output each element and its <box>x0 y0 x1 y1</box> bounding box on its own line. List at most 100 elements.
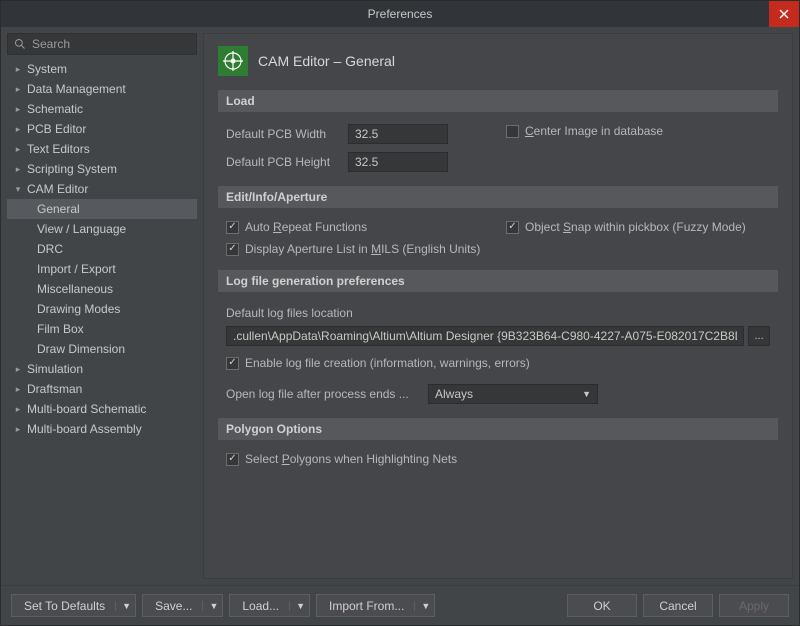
set-defaults-button[interactable]: Set To Defaults▼ <box>11 594 136 617</box>
tree-item-view-language[interactable]: View / Language <box>7 219 197 239</box>
tree-item-cam-editor[interactable]: ▾ CAM Editor <box>7 179 197 199</box>
tree-item-label: Text Editors <box>27 142 90 156</box>
section-log: Log file generation preferences <box>218 270 778 292</box>
input-pcb-height[interactable] <box>348 152 448 172</box>
label-open-log: Open log file after process ends ... <box>226 387 416 401</box>
tree-item-drc[interactable]: DRC <box>7 239 197 259</box>
chevron-down-icon: ▼ <box>414 601 430 611</box>
tree-item-label: Draftsman <box>27 382 82 396</box>
page-header: CAM Editor – General <box>218 46 778 76</box>
label-center-image: Center Image in database <box>525 124 663 138</box>
input-pcb-width[interactable] <box>348 124 448 144</box>
tree-item-general[interactable]: General <box>7 199 197 219</box>
tree-arrow-icon: ▸ <box>13 124 23 135</box>
import-button[interactable]: Import From...▼ <box>316 594 435 617</box>
tree-item-label: Miscellaneous <box>37 282 113 296</box>
preferences-window: Preferences ▸ System ▸ Data Management ▸ Sche… <box>0 0 800 626</box>
cancel-button[interactable]: Cancel <box>643 594 713 617</box>
tree-arrow-icon: ▸ <box>13 84 23 95</box>
chevron-down-icon: ▼ <box>202 601 218 611</box>
tree-item-label: Scripting System <box>27 162 117 176</box>
tree-arrow-icon: ▸ <box>13 364 23 375</box>
section-edit: Edit/Info/Aperture <box>218 186 778 208</box>
search-box[interactable] <box>7 33 197 55</box>
tree-arrow-icon: ▾ <box>13 184 23 195</box>
tree-item-multi-board-schematic[interactable]: ▸ Multi-board Schematic <box>7 399 197 419</box>
checkbox-object-snap[interactable] <box>506 221 519 234</box>
tree-item-label: Multi-board Schematic <box>27 402 146 416</box>
input-log-location[interactable] <box>226 326 744 346</box>
tree-item-label: Data Management <box>27 82 126 96</box>
tree-item-data-management[interactable]: ▸ Data Management <box>7 79 197 99</box>
tree-item-text-editors[interactable]: ▸ Text Editors <box>7 139 197 159</box>
tree-item-draftsman[interactable]: ▸ Draftsman <box>7 379 197 399</box>
save-button[interactable]: Save...▼ <box>142 594 223 617</box>
close-button[interactable] <box>769 1 799 27</box>
tree-arrow-icon: ▸ <box>13 144 23 155</box>
tree-arrow-icon: ▸ <box>13 164 23 175</box>
close-icon <box>779 9 789 19</box>
body: ▸ System ▸ Data Management ▸ Schematic ▸PCB Ed… <box>1 27 799 585</box>
tree-arrow-icon: ▸ <box>13 384 23 395</box>
browse-button[interactable]: ... <box>748 326 770 346</box>
tree-item-label: Simulation <box>27 362 83 376</box>
tree-item-label: Film Box <box>37 322 84 336</box>
tree-item-label: Import / Export <box>37 262 116 276</box>
tree-item-label: CAM Editor <box>27 182 88 196</box>
tree-item-label: General <box>37 202 80 216</box>
tree-item-simulation[interactable]: ▸ Simulation <box>7 359 197 379</box>
tree-arrow-icon: ▸ <box>13 64 23 75</box>
label-pcb-width: Default PCB Width <box>226 127 336 141</box>
tree-item-label: View / Language <box>37 222 126 236</box>
label-object-snap: Object Snap within pickbox (Fuzzy Mode) <box>525 220 746 234</box>
tree-item-label: Schematic <box>27 102 83 116</box>
checkbox-mils[interactable] <box>226 243 239 256</box>
titlebar: Preferences <box>1 1 799 27</box>
checkbox-enable-log[interactable] <box>226 357 239 370</box>
checkbox-auto-repeat[interactable] <box>226 221 239 234</box>
label-auto-repeat: Auto Repeat Functions <box>245 220 367 234</box>
select-open-log-value: Always <box>435 387 473 401</box>
tree-item-import-export[interactable]: Import / Export <box>7 259 197 279</box>
tree-item-draw-dimension[interactable]: Draw Dimension <box>7 339 197 359</box>
tree-item-label: System <box>27 62 67 76</box>
tree-item-label: Multi-board Assembly <box>27 422 142 436</box>
window-title: Preferences <box>368 7 433 21</box>
chevron-down-icon: ▼ <box>115 601 131 611</box>
tree-item-scripting-system[interactable]: ▸ Scripting System <box>7 159 197 179</box>
label-log-location: Default log files location <box>218 300 778 324</box>
tree-arrow-icon: ▸ <box>13 404 23 415</box>
sidebar: ▸ System ▸ Data Management ▸ Schematic ▸PCB Ed… <box>7 33 197 579</box>
nav-tree: ▸ System ▸ Data Management ▸ Schematic ▸PCB Ed… <box>7 59 197 579</box>
load-button[interactable]: Load...▼ <box>229 594 310 617</box>
tree-item-schematic[interactable]: ▸ Schematic <box>7 99 197 119</box>
tree-item-film-box[interactable]: Film Box <box>7 319 197 339</box>
tree-item-pcb-editor[interactable]: ▸PCB Editor <box>7 119 197 139</box>
label-mils: Display Aperture List in MILS (English U… <box>245 242 480 256</box>
tree-item-miscellaneous[interactable]: Miscellaneous <box>7 279 197 299</box>
tree-item-label: DRC <box>37 242 63 256</box>
footer: Set To Defaults▼ Save...▼ Load...▼ Impor… <box>1 585 799 625</box>
search-icon <box>14 38 26 50</box>
select-open-log[interactable]: Always ▼ <box>428 384 598 404</box>
cam-editor-icon <box>218 46 248 76</box>
tree-item-system[interactable]: ▸ System <box>7 59 197 79</box>
tree-item-multi-board-assembly[interactable]: ▸Multi-board Assembly <box>7 419 197 439</box>
tree-arrow-icon: ▸ <box>13 104 23 115</box>
tree-item-label: Drawing Modes <box>37 302 120 316</box>
tree-item-label: Draw Dimension <box>37 342 125 356</box>
search-input[interactable] <box>32 37 190 51</box>
label-enable-log: Enable log file creation (information, w… <box>245 356 530 370</box>
label-pcb-height: Default PCB Height <box>226 155 336 169</box>
main-panel: CAM Editor – General Load Default PCB Wi… <box>203 33 793 579</box>
page-title: CAM Editor – General <box>258 53 395 69</box>
tree-item-drawing-modes[interactable]: Drawing Modes <box>7 299 197 319</box>
checkbox-center-image[interactable] <box>506 125 519 138</box>
apply-button[interactable]: Apply <box>719 594 789 617</box>
chevron-down-icon: ▼ <box>289 601 305 611</box>
chevron-down-icon: ▼ <box>582 389 591 399</box>
section-polygon: Polygon Options <box>218 418 778 440</box>
label-select-polygons: Select Polygons when Highlighting Nets <box>245 452 457 466</box>
checkbox-select-polygons[interactable] <box>226 453 239 466</box>
ok-button[interactable]: OK <box>567 594 637 617</box>
